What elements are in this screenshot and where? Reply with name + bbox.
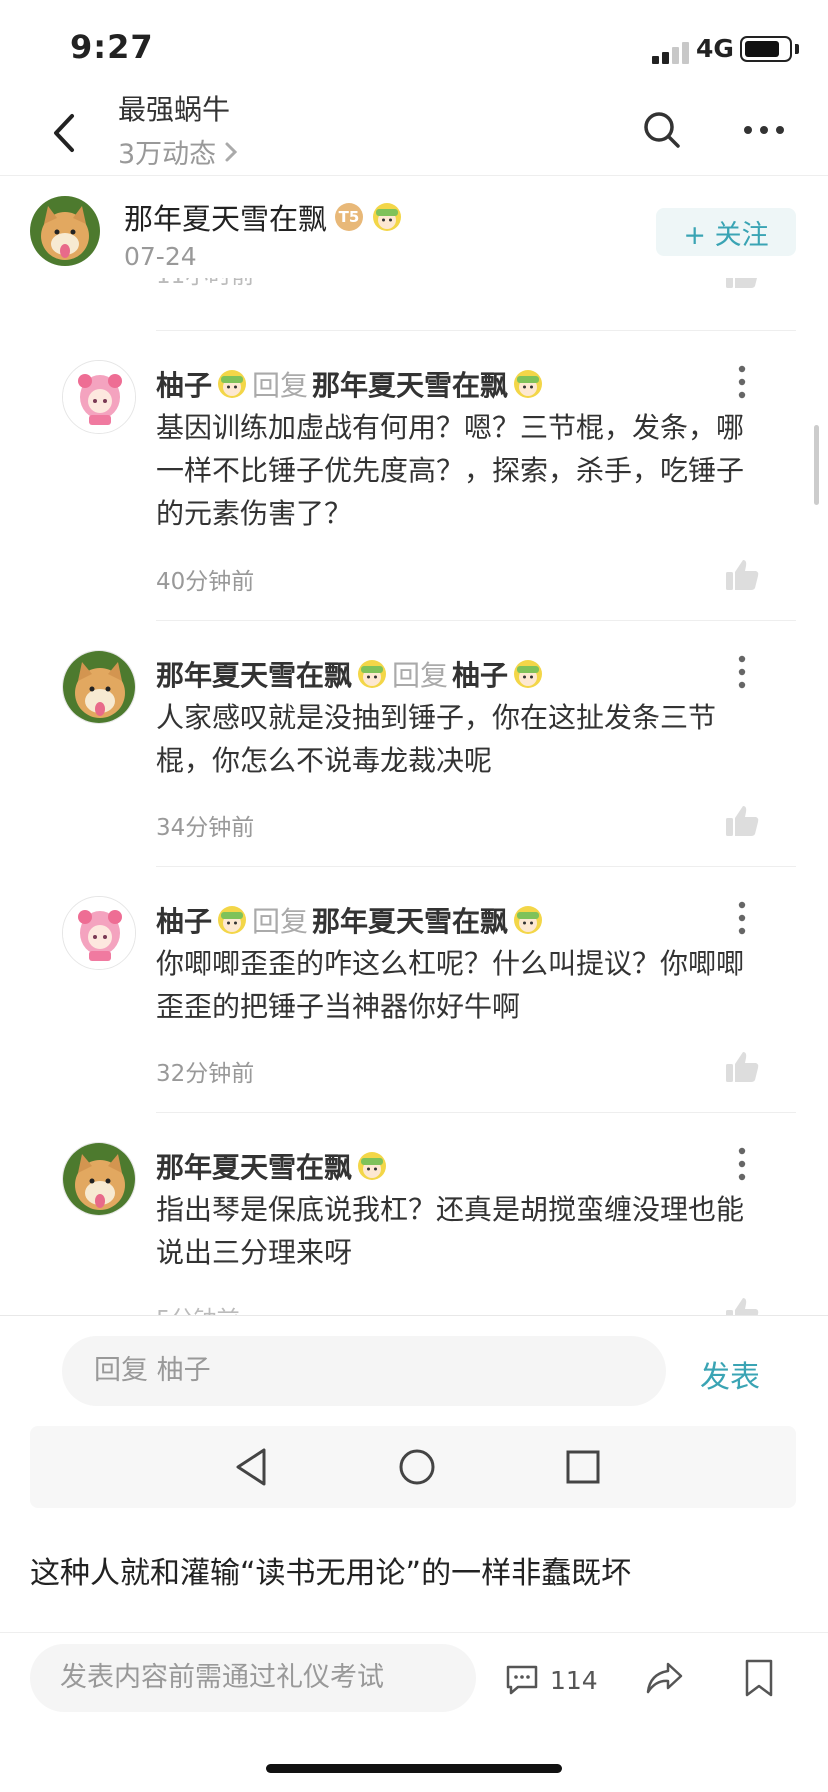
character-badge-icon [358, 1152, 387, 1180]
comment-time: 32分钟前 [156, 1061, 255, 1087]
more-vertical-icon[interactable] [732, 364, 752, 400]
comment-text: 基因训练加虚战有何用？嗯？三节棍，发条，哪一样不比锤子优先度高？，探索，杀手，吃… [156, 411, 745, 530]
status-bar: 9:27 4G [0, 0, 828, 88]
character-badge-icon [373, 203, 402, 231]
bookmark-icon[interactable] [742, 1658, 776, 1698]
comment-time: 40分钟前 [156, 569, 255, 595]
battery-tip [795, 44, 799, 54]
search-icon [644, 112, 680, 148]
character-badge-icon [218, 906, 247, 934]
search-button[interactable] [640, 108, 684, 152]
comment-text: 你唧唧歪歪的咋这么杠呢？什么叫提议？你唧唧歪歪的把锤子当神器你好牛啊 [156, 947, 745, 1023]
comment-bubble-icon [506, 1665, 538, 1695]
character-badge-icon [514, 370, 543, 398]
reply-target-name[interactable]: 那年夏天雪在飘 [312, 900, 508, 940]
level-badge: T5 [335, 203, 364, 231]
send-reply-button[interactable]: 发表 [700, 1352, 760, 1396]
comment-time: 5分钟前 [156, 1300, 240, 1315]
comment-header: 那年夏天雪在飘 回复 柚子 [156, 654, 544, 694]
reply-word: 回复 [392, 659, 449, 692]
character-badge-icon [514, 660, 543, 688]
nav-back-icon[interactable] [230, 1444, 276, 1490]
comment-header: 柚子 回复 那年夏天雪在飘 [156, 364, 544, 404]
bottom-divider [0, 1632, 828, 1633]
reply-word: 回复 [252, 369, 309, 402]
nav-home-icon[interactable] [394, 1444, 440, 1490]
thumbs-up-icon[interactable] [724, 1050, 760, 1084]
forum-subtitle[interactable]: 3万动态 [118, 132, 238, 171]
character-badge-icon [218, 370, 247, 398]
commenter-name[interactable]: 那年夏天雪在飘 [156, 1146, 352, 1186]
comment-thread[interactable]: 11小时前 柚子 回复 那年夏天雪在飘 基因训练加虚战有何用？嗯？三节棍，发条，… [0, 270, 828, 1315]
commenter-name[interactable]: 柚子 [156, 900, 212, 940]
reply-composer: 回复 柚子 发表 [0, 1315, 828, 1415]
more-vertical-icon[interactable] [732, 900, 752, 936]
post-author-bar: 那年夏天雪在飘 T5 07-24 + 关注 [0, 178, 828, 278]
more-vertical-icon[interactable] [732, 1146, 752, 1182]
share-icon[interactable] [644, 1660, 684, 1698]
character-badge-icon [358, 660, 387, 688]
scrollbar-thumb[interactable] [814, 425, 819, 505]
commenter-name[interactable]: 柚子 [156, 364, 212, 404]
header-divider [0, 175, 828, 176]
top-header: 最强蜗牛 3万动态 [0, 88, 828, 176]
comment-divider [156, 866, 796, 867]
follow-button[interactable]: + 关注 [656, 208, 796, 256]
author-name[interactable]: 那年夏天雪在飘 [124, 196, 327, 238]
commenter-avatar[interactable] [62, 896, 136, 970]
post-date: 07-24 [124, 242, 197, 271]
commenter-avatar[interactable] [62, 360, 136, 434]
thumbs-up-icon[interactable] [724, 1296, 760, 1315]
shiba-dog-avatar-image [63, 1143, 135, 1215]
post-body-text: 这种人就和灌输“读书无用论”的一样非蠢既坏 [30, 1556, 632, 1591]
chevron-right-icon [225, 142, 238, 161]
cellular-signal-icon [652, 42, 692, 64]
more-horizontal-icon [744, 126, 784, 134]
commenter-avatar[interactable] [62, 650, 136, 724]
anime-girl-avatar-image [63, 897, 135, 969]
home-indicator [266, 1764, 562, 1773]
author-avatar[interactable] [30, 196, 100, 266]
comment-time: 34分钟前 [156, 815, 255, 841]
reply-word: 回复 [252, 905, 309, 938]
more-vertical-icon[interactable] [732, 654, 752, 690]
network-label: 4G [696, 34, 734, 63]
reply-target-name[interactable]: 柚子 [452, 654, 508, 694]
thumbs-up-icon[interactable] [724, 804, 760, 838]
commenter-avatar[interactable] [62, 1142, 136, 1216]
comment-text: 人家感叹就是没抽到锤子，你在这扯发条三节棍，你怎么不说毒龙裁决呢 [156, 701, 717, 777]
comment-divider [156, 1112, 796, 1113]
battery-icon [740, 36, 792, 62]
anime-girl-avatar-image [63, 361, 135, 433]
forum-title: 最强蜗牛 [118, 93, 231, 126]
comment-header: 那年夏天雪在飘 [156, 1146, 388, 1186]
comment-count: 114 [550, 1665, 598, 1695]
post-comment-input[interactable]: 发表内容前需通过礼仪考试 [30, 1644, 476, 1712]
comment-header: 柚子 回复 那年夏天雪在飘 [156, 900, 544, 940]
nav-recents-icon[interactable] [560, 1444, 606, 1490]
chevron-left-icon [54, 114, 74, 152]
reply-input[interactable]: 回复 柚子 [62, 1336, 666, 1406]
shiba-dog-avatar-image [30, 196, 100, 266]
comments-button[interactable]: 114 [504, 1660, 598, 1700]
back-button[interactable] [44, 110, 84, 156]
comment-text: 指出琴是保底说我杠？还真是胡搅蛮缠没理也能说出三分理来呀 [156, 1193, 745, 1269]
thumbs-up-icon[interactable] [724, 558, 760, 592]
forum-subtitle-label: 3万动态 [118, 139, 217, 170]
comment-divider [156, 330, 796, 331]
author-name-row: 那年夏天雪在飘 T5 [124, 196, 403, 238]
character-badge-icon [514, 906, 543, 934]
status-time: 9:27 [70, 28, 154, 66]
system-nav-bar [30, 1426, 796, 1508]
more-options-button[interactable] [740, 108, 788, 152]
shiba-dog-avatar-image [63, 651, 135, 723]
reply-target-name[interactable]: 那年夏天雪在飘 [312, 364, 508, 404]
commenter-name[interactable]: 那年夏天雪在飘 [156, 654, 352, 694]
comment-divider [156, 620, 796, 621]
